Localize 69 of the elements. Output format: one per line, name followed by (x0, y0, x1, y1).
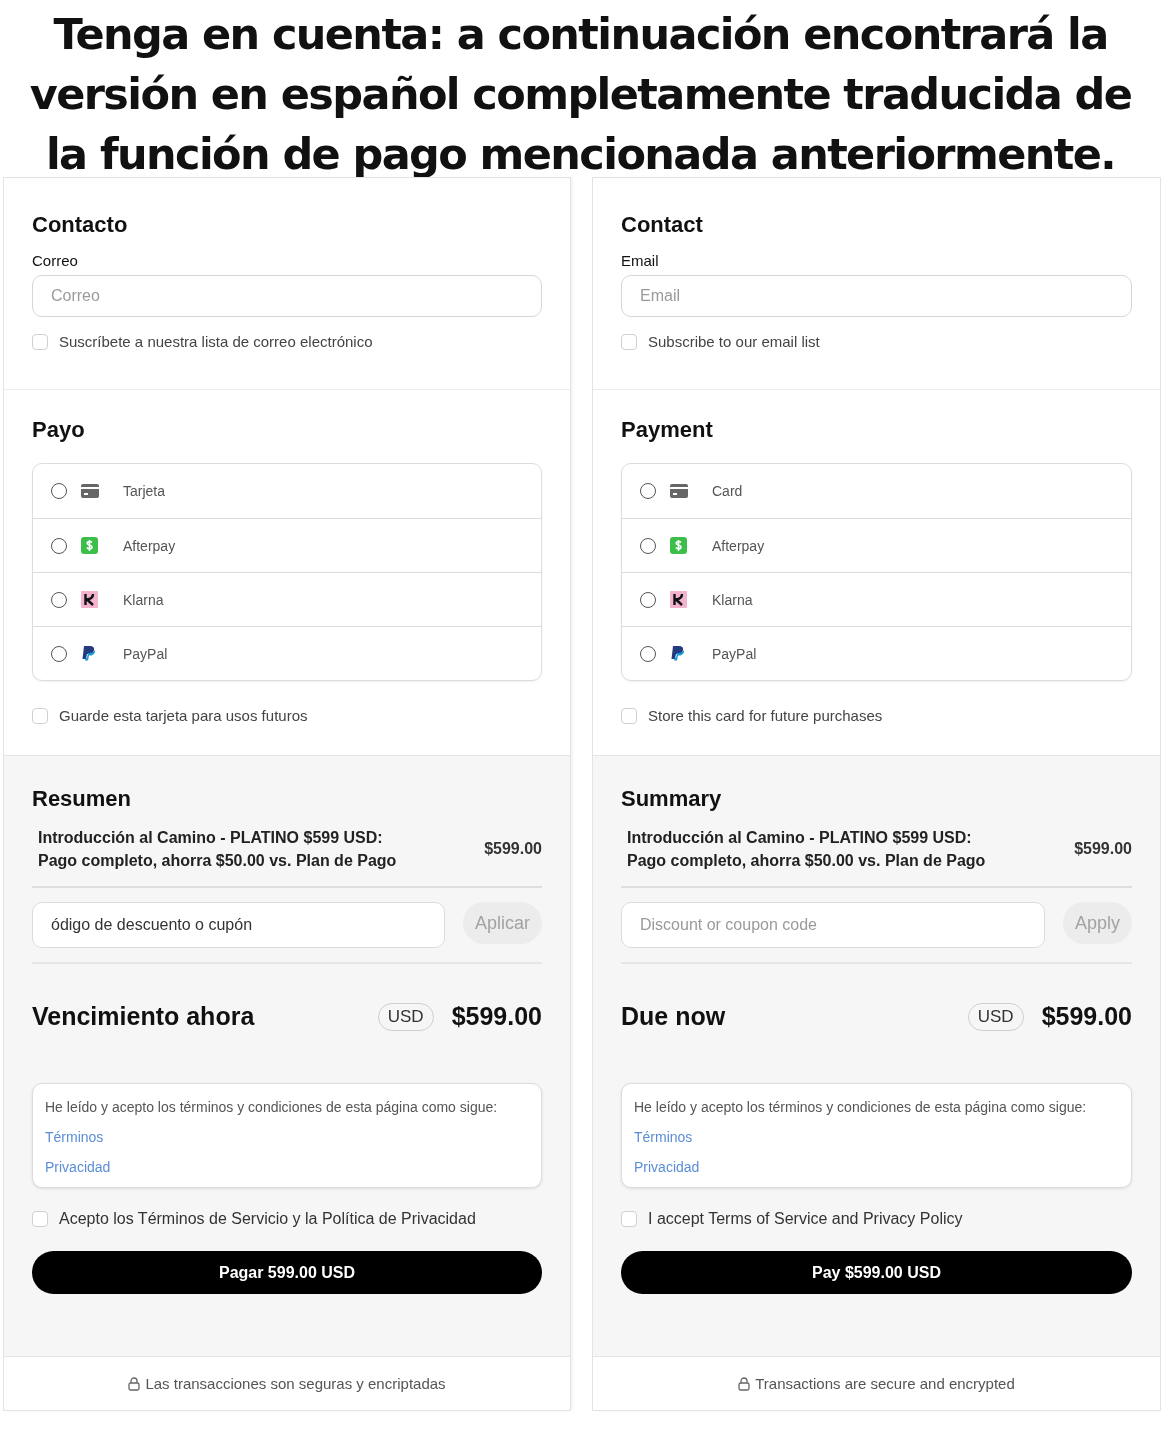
payment-method-label: Afterpay (712, 537, 765, 554)
lock-icon (128, 1376, 141, 1391)
section-title: Summary (621, 786, 723, 812)
terms-text: He leído y acepto los términos y condiciones de esta página como sigue: (634, 1099, 1088, 1115)
payment-option[interactable]: PayPal (33, 626, 541, 680)
field-label: Email (621, 252, 660, 269)
payment-method-label: Afterpay (123, 537, 176, 554)
payment-method-label: Klarna (123, 591, 164, 608)
payment-option[interactable]: Afterpay (622, 518, 1131, 572)
checkbox[interactable] (621, 1211, 637, 1227)
letter-k-icon (81, 591, 98, 608)
paypal-logo-icon (670, 644, 686, 663)
payment-method-label: Klarna (712, 591, 753, 608)
checkbox-label: Store this card for future purchases (648, 707, 883, 724)
field-label: Correo (32, 252, 79, 269)
section-title: Contact (621, 212, 704, 238)
paypal-logo-icon (81, 644, 97, 663)
product-price: $599.00 (484, 840, 542, 858)
security-note: Transactions are secure and encrypted (755, 1375, 1015, 1392)
payment-method-label: Card (712, 483, 743, 499)
security-note: Las transacciones son seguras y encriptadas (145, 1375, 446, 1392)
product-name: Introducción al Camino - PLATINO $599 USD: Pago completo, ahorra $50.00 vs. Plan de Pago (38, 828, 398, 871)
payment-option[interactable]: Klarna (622, 572, 1131, 626)
section-title: Resumen (32, 786, 133, 812)
dollar-icon (670, 537, 687, 554)
due-amount: $599.00 (1041, 1002, 1132, 1031)
checkbox-label: Acepto los Términos de Servicio y la Política de Privacidad (59, 1210, 476, 1228)
section-title: Payo (32, 417, 86, 443)
card-icon (81, 484, 99, 498)
checkbox[interactable] (621, 333, 637, 350)
checkbox[interactable] (32, 333, 48, 350)
terms-link[interactable]: Términos (634, 1129, 693, 1145)
section-title: Payment (621, 417, 714, 443)
pay-button[interactable]: Pay $599.00 USD (621, 1251, 1132, 1294)
checkbox[interactable] (32, 707, 48, 724)
terms-text: He leído y acepto los términos y condiciones de esta página como sigue: (45, 1099, 499, 1115)
payment-option[interactable]: Klarna (33, 572, 541, 626)
checkbox-label: I accept Terms of Service and Privacy Policy (648, 1210, 963, 1228)
product-price: $599.00 (1074, 840, 1132, 858)
coupon-field[interactable]: Discount or coupon code (621, 902, 1045, 948)
due-label: Due now (621, 1002, 727, 1031)
pay-button[interactable]: Pagar 599.00 USD (32, 1251, 542, 1294)
coupon-field[interactable]: ódigo de descuento o cupón (32, 902, 445, 948)
terms-link[interactable]: Privacidad (634, 1159, 700, 1175)
checkbox-label: Guarde esta tarjeta para usos futuros (59, 707, 308, 724)
payment-option[interactable]: Tarjeta (33, 464, 541, 518)
checkbox-label: Suscríbete a nuestra lista de correo electrónico (59, 333, 373, 350)
email-field[interactable]: Correo (32, 275, 542, 317)
payment-method-label: PayPal (123, 645, 168, 662)
payment-option[interactable]: Card (622, 464, 1131, 518)
card-icon (670, 484, 688, 498)
lock-icon (738, 1376, 751, 1391)
due-label: Vencimiento ahora (32, 1002, 256, 1031)
due-amount: $599.00 (451, 1002, 542, 1031)
terms-link[interactable]: Términos (45, 1129, 104, 1145)
checkbox-label: Subscribe to our email list (648, 333, 820, 350)
payment-option[interactable]: PayPal (622, 626, 1131, 680)
checkbox[interactable] (621, 707, 637, 724)
payment-option[interactable]: Afterpay (33, 518, 541, 572)
product-name: Introducción al Camino - PLATINO $599 USD: Pago completo, ahorra $50.00 vs. Plan de Pago (627, 828, 987, 871)
letter-k-icon (670, 591, 687, 608)
dollar-icon (81, 537, 98, 554)
email-field[interactable]: Email (621, 275, 1132, 317)
checkbox[interactable] (32, 1211, 48, 1227)
payment-method-label: PayPal (712, 645, 757, 662)
notice-text: Tenga en cuenta: a continuación encontrará la versión en español completamente traducida de la función de pago mencionada anteriormente. (28, 8, 1133, 181)
section-title: Contacto (32, 212, 129, 238)
terms-link[interactable]: Privacidad (45, 1159, 111, 1175)
payment-method-label: Tarjeta (123, 483, 166, 499)
